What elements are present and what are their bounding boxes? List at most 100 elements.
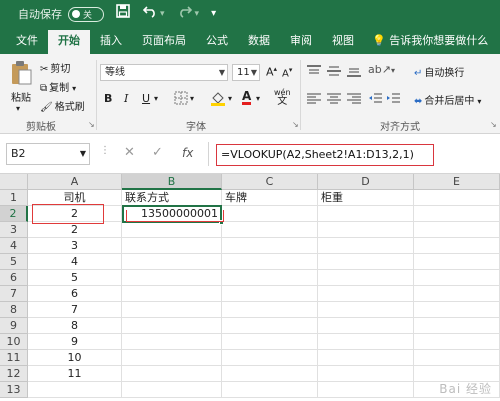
cut-button[interactable]: ✂ 剪切 bbox=[40, 60, 70, 75]
redo-dropdown-icon[interactable]: ▾ bbox=[195, 0, 200, 28]
cell-d3[interactable] bbox=[318, 222, 414, 238]
cell-c10[interactable] bbox=[222, 334, 318, 350]
decrease-indent-button[interactable] bbox=[368, 92, 382, 109]
cell-a10[interactable]: 9 bbox=[28, 334, 122, 350]
cell-c11[interactable] bbox=[222, 350, 318, 366]
row-header-7[interactable]: 7 bbox=[0, 286, 28, 302]
cell-a6[interactable]: 5 bbox=[28, 270, 122, 286]
cell-b5[interactable] bbox=[122, 254, 222, 270]
confirm-icon[interactable]: ✓ bbox=[152, 145, 163, 160]
tell-me-search[interactable]: 💡 告诉我你想要做什么 bbox=[372, 30, 488, 54]
column-header-d[interactable]: D bbox=[318, 174, 414, 190]
column-header-a[interactable]: A bbox=[28, 174, 122, 190]
cell-d6[interactable] bbox=[318, 270, 414, 286]
cell-a8[interactable]: 7 bbox=[28, 302, 122, 318]
paste-button[interactable]: 粘贴 bbox=[8, 60, 34, 104]
cell-a5[interactable]: 4 bbox=[28, 254, 122, 270]
tab-insert[interactable]: 插入 bbox=[90, 30, 132, 54]
font-color-dropdown[interactable]: ▾ bbox=[256, 94, 260, 103]
tab-view[interactable]: 视图 bbox=[322, 30, 364, 54]
align-right-button[interactable] bbox=[346, 92, 362, 109]
tab-file[interactable]: 文件 bbox=[6, 30, 48, 54]
format-painter-button[interactable]: 🖌 格式刷 bbox=[40, 98, 85, 113]
bold-button[interactable]: B bbox=[104, 92, 112, 105]
tab-page-layout[interactable]: 页面布局 bbox=[132, 30, 196, 54]
increase-indent-button[interactable] bbox=[386, 92, 400, 109]
cell-b2[interactable]: 13500000001 bbox=[122, 206, 222, 222]
cell-b6[interactable] bbox=[122, 270, 222, 286]
cell-e9[interactable] bbox=[414, 318, 500, 334]
cell-e1[interactable] bbox=[414, 190, 500, 206]
cell-a3[interactable]: 2 bbox=[28, 222, 122, 238]
align-middle-button[interactable] bbox=[326, 64, 342, 81]
cell-b8[interactable] bbox=[122, 302, 222, 318]
autosave-toggle[interactable]: 关 bbox=[68, 6, 104, 22]
align-top-button[interactable] bbox=[306, 64, 322, 81]
row-header-11[interactable]: 11 bbox=[0, 350, 28, 366]
tab-review[interactable]: 审阅 bbox=[280, 30, 322, 54]
cell-d1[interactable]: 柜重 bbox=[318, 190, 414, 206]
cell-c2[interactable] bbox=[222, 206, 318, 222]
cell-b3[interactable] bbox=[122, 222, 222, 238]
cell-d9[interactable] bbox=[318, 318, 414, 334]
cell-d10[interactable] bbox=[318, 334, 414, 350]
cell-e4[interactable] bbox=[414, 238, 500, 254]
customize-toolbar-icon[interactable]: ▾ bbox=[211, 0, 216, 28]
cell-e3[interactable] bbox=[414, 222, 500, 238]
cell-c12[interactable] bbox=[222, 366, 318, 382]
cell-d12[interactable] bbox=[318, 366, 414, 382]
orientation-button[interactable]: ab↗▾ bbox=[368, 63, 395, 76]
row-header-13[interactable]: 13 bbox=[0, 382, 28, 398]
select-all-corner[interactable] bbox=[0, 174, 28, 190]
cell-c5[interactable] bbox=[222, 254, 318, 270]
column-header-c[interactable]: C bbox=[222, 174, 318, 190]
cell-d2[interactable] bbox=[318, 206, 414, 222]
cell-c8[interactable] bbox=[222, 302, 318, 318]
undo-icon[interactable] bbox=[142, 0, 158, 28]
cell-c1[interactable]: 车牌 bbox=[222, 190, 318, 206]
cell-b12[interactable] bbox=[122, 366, 222, 382]
cancel-icon[interactable]: ✕ bbox=[124, 145, 135, 160]
cell-e8[interactable] bbox=[414, 302, 500, 318]
alignment-launcher-icon[interactable]: ↘ bbox=[490, 120, 497, 129]
cell-b9[interactable] bbox=[122, 318, 222, 334]
formula-input[interactable]: =VLOOKUP(A2,Sheet2!A1:D13,2,1) bbox=[216, 144, 434, 166]
row-header-9[interactable]: 9 bbox=[0, 318, 28, 334]
cell-b7[interactable] bbox=[122, 286, 222, 302]
cell-b11[interactable] bbox=[122, 350, 222, 366]
clipboard-launcher-icon[interactable]: ↘ bbox=[88, 120, 95, 129]
align-left-button[interactable] bbox=[306, 92, 322, 109]
cell-c7[interactable] bbox=[222, 286, 318, 302]
cell-a7[interactable]: 6 bbox=[28, 286, 122, 302]
cell-e11[interactable] bbox=[414, 350, 500, 366]
cell-a11[interactable]: 10 bbox=[28, 350, 122, 366]
cell-a9[interactable]: 8 bbox=[28, 318, 122, 334]
cell-b4[interactable] bbox=[122, 238, 222, 254]
cell-a4[interactable]: 3 bbox=[28, 238, 122, 254]
cell-b10[interactable] bbox=[122, 334, 222, 350]
cell-d11[interactable] bbox=[318, 350, 414, 366]
copy-button[interactable]: ⧉ 复制 ▾ bbox=[40, 79, 76, 94]
row-header-6[interactable]: 6 bbox=[0, 270, 28, 286]
align-bottom-button[interactable] bbox=[346, 64, 362, 81]
font-size-select[interactable]: 11 ▼ bbox=[232, 64, 260, 81]
cell-d13[interactable] bbox=[318, 382, 414, 398]
fill-color-button[interactable] bbox=[210, 90, 226, 109]
cell-e2[interactable] bbox=[414, 206, 500, 222]
italic-button[interactable]: I bbox=[124, 92, 128, 105]
cell-c13[interactable] bbox=[222, 382, 318, 398]
cell-a12[interactable]: 11 bbox=[28, 366, 122, 382]
borders-button[interactable] bbox=[174, 91, 188, 108]
align-center-button[interactable] bbox=[326, 92, 342, 109]
cell-b13[interactable] bbox=[122, 382, 222, 398]
decrease-font-size-button[interactable]: A▾ bbox=[282, 66, 292, 79]
name-box[interactable]: B2 ▼ bbox=[6, 143, 90, 165]
cell-a1[interactable]: 司机 bbox=[28, 190, 122, 206]
row-header-5[interactable]: 5 bbox=[0, 254, 28, 270]
undo-dropdown-icon[interactable]: ▾ bbox=[160, 0, 165, 28]
tab-home[interactable]: 开始 bbox=[48, 30, 90, 54]
font-launcher-icon[interactable]: ↘ bbox=[292, 120, 299, 129]
increase-font-size-button[interactable]: A▴ bbox=[266, 65, 277, 79]
row-header-4[interactable]: 4 bbox=[0, 238, 28, 254]
cell-d7[interactable] bbox=[318, 286, 414, 302]
